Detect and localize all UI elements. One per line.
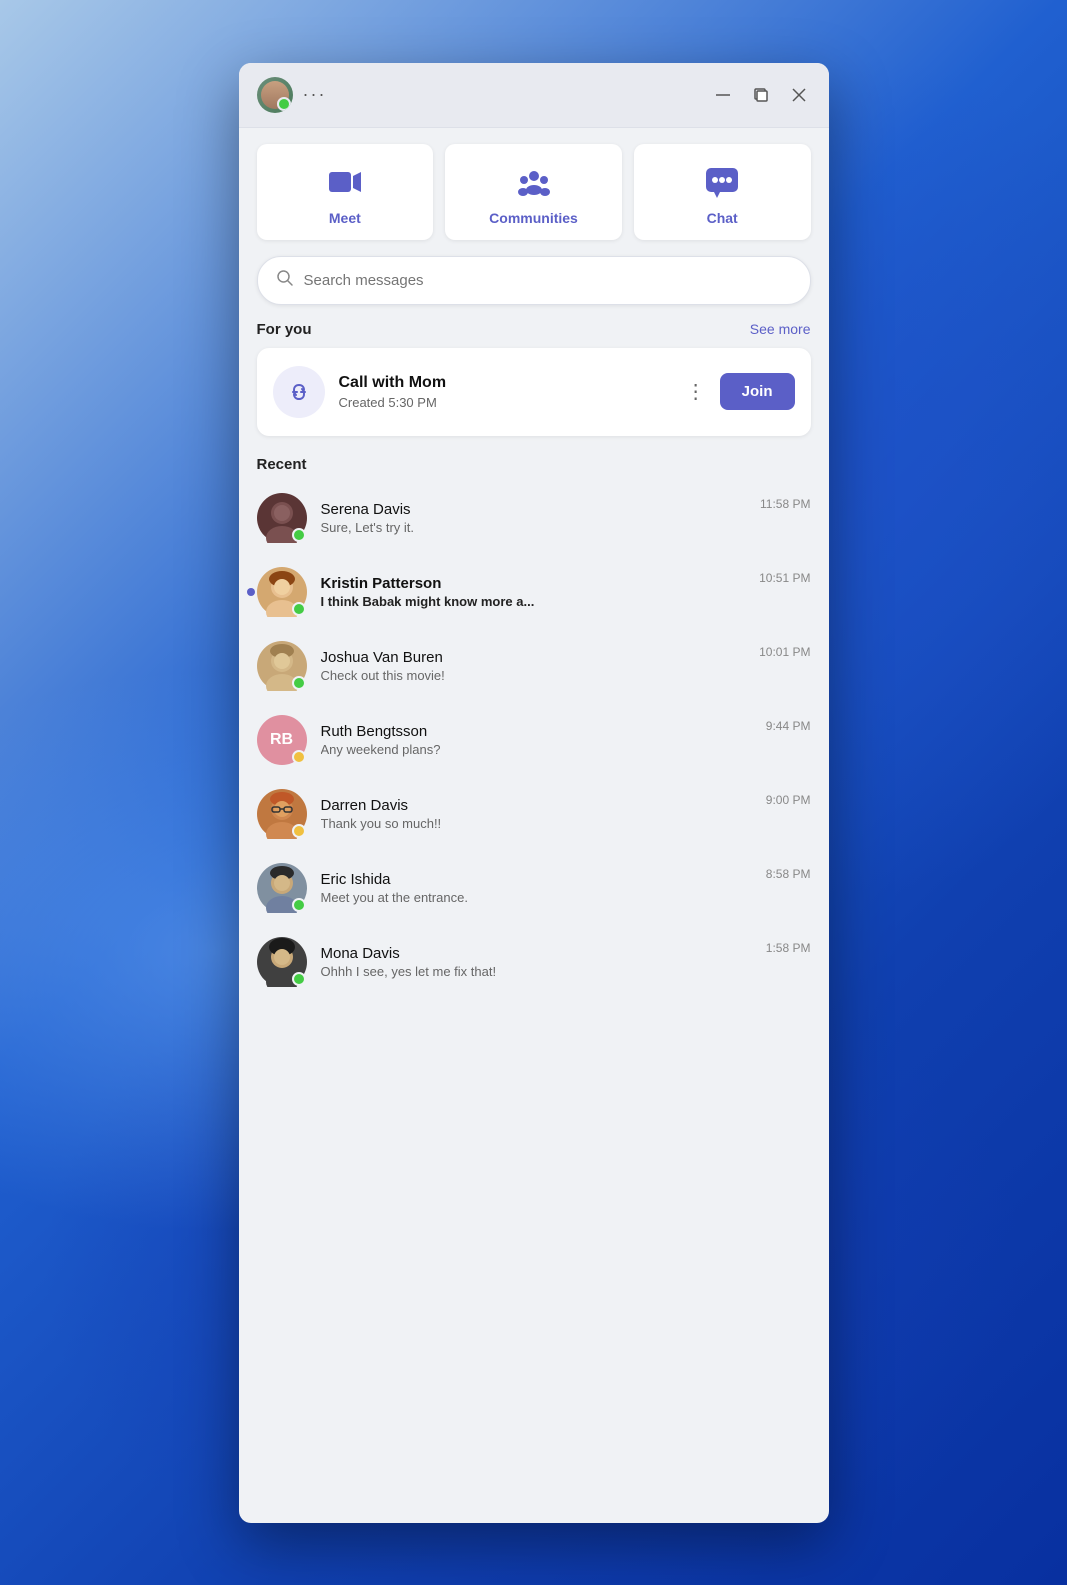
see-more-button[interactable]: See more — [750, 321, 811, 337]
chat-avatar — [257, 937, 307, 987]
titlebar-left: ··· — [257, 77, 327, 113]
restore-button[interactable] — [749, 83, 773, 107]
call-subtitle: Created 5:30 PM — [339, 395, 668, 410]
chat-name: Mona Davis — [321, 945, 752, 962]
call-more-button[interactable]: ⋮ — [682, 375, 710, 408]
status-indicator — [292, 972, 306, 986]
call-title: Call with Mom — [339, 374, 668, 392]
chat-label: Chat — [707, 210, 738, 226]
close-button[interactable] — [787, 83, 811, 107]
status-indicator — [292, 750, 306, 764]
chat-list: Serena DavisSure, Let's try it.11:58 PM … — [239, 481, 829, 999]
search-bar[interactable] — [257, 256, 811, 305]
chat-name: Serena Davis — [321, 501, 747, 518]
chat-name: Darren Davis — [321, 797, 752, 814]
chat-item[interactable]: Joshua Van Buren Check out this movie! 10:… — [239, 629, 829, 703]
status-indicator — [292, 898, 306, 912]
chat-preview: Sure, Let's try it. — [321, 520, 747, 535]
chat-name: Eric Ishida — [321, 871, 752, 888]
call-info: Call with Mom Created 5:30 PM — [339, 374, 668, 410]
chat-item[interactable]: Eric Ishida Meet you at the entrance. 8:58… — [239, 851, 829, 925]
chat-item[interactable]: Serena Davis Sure, Let's try it. 11:58 PM — [239, 481, 829, 555]
call-card[interactable]: Call with Mom Created 5:30 PM ⋮ Join — [257, 348, 811, 436]
chat-preview: Any weekend plans? — [321, 742, 752, 757]
for-you-title: For you — [257, 321, 312, 338]
chat-preview: Thank you so much!! — [321, 816, 752, 831]
chat-item[interactable]: Mona Davis Ohhh I see, yes let me fix tha… — [239, 925, 829, 999]
chat-name: Joshua Van Buren — [321, 649, 746, 666]
chat-avatar — [257, 493, 307, 543]
chat-item[interactable]: Kristin Patterson I think Babak might kno… — [239, 555, 829, 629]
chat-content: Kristin Patterson I think Babak might kno… — [321, 575, 746, 609]
chat-icon — [702, 162, 742, 202]
chat-avatar — [257, 641, 307, 691]
chat-avatar — [257, 863, 307, 913]
unread-indicator — [247, 588, 255, 596]
chat-content: Serena Davis Sure, Let's try it. — [321, 501, 747, 535]
chat-content: Eric Ishida Meet you at the entrance. — [321, 871, 752, 905]
window-controls — [711, 83, 811, 107]
status-indicator — [292, 676, 306, 690]
meet-label: Meet — [329, 210, 361, 226]
main-window: ··· — [239, 63, 829, 1523]
chat-content: Darren Davis Thank you so much!! — [321, 797, 752, 831]
chat-preview: Meet you at the entrance. — [321, 890, 752, 905]
chat-time: 11:58 PM — [760, 497, 810, 511]
call-card-actions: ⋮ Join — [682, 373, 795, 410]
more-options-button[interactable]: ··· — [303, 84, 327, 105]
chat-item[interactable]: RB Ruth Bengtsson Any weekend plans? 9:44 P… — [239, 703, 829, 777]
minimize-button[interactable] — [711, 83, 735, 107]
communities-label: Communities — [489, 210, 578, 226]
chat-content: Joshua Van Buren Check out this movie! — [321, 649, 746, 683]
chat-avatar — [257, 789, 307, 839]
chat-time: 9:00 PM — [766, 793, 811, 807]
search-input[interactable] — [304, 272, 792, 289]
status-indicator — [292, 824, 306, 838]
chat-avatar — [257, 567, 307, 617]
chat-content: Ruth Bengtsson Any weekend plans? — [321, 723, 752, 757]
chat-tile[interactable]: Chat — [634, 144, 811, 240]
communities-tile[interactable]: Communities — [445, 144, 622, 240]
recent-section: Recent — [239, 456, 829, 481]
meet-tile[interactable]: Meet — [257, 144, 434, 240]
chat-name: Ruth Bengtsson — [321, 723, 752, 740]
chat-name: Kristin Patterson — [321, 575, 746, 592]
status-indicator — [292, 528, 306, 542]
chat-item[interactable]: Darren Davis Thank you so much!! 9:00 PM — [239, 777, 829, 851]
video-icon — [325, 162, 365, 202]
call-link-icon — [273, 366, 325, 418]
for-you-header: For you See more — [239, 321, 829, 348]
chat-avatar: RB — [257, 715, 307, 765]
nav-tiles: Meet Communities — [239, 128, 829, 256]
chat-time: 10:01 PM — [759, 645, 810, 659]
chat-content: Mona Davis Ohhh I see, yes let me fix tha… — [321, 945, 752, 979]
status-indicator — [292, 602, 306, 616]
chat-preview: Ohhh I see, yes let me fix that! — [321, 964, 752, 979]
recent-title: Recent — [257, 456, 811, 473]
titlebar: ··· — [239, 63, 829, 128]
search-icon — [276, 269, 294, 292]
user-avatar[interactable] — [257, 77, 293, 113]
chat-preview: Check out this movie! — [321, 668, 746, 683]
chat-time: 1:58 PM — [766, 941, 811, 955]
chat-time: 8:58 PM — [766, 867, 811, 881]
chat-time: 9:44 PM — [766, 719, 811, 733]
chat-time: 10:51 PM — [759, 571, 810, 585]
communities-icon — [514, 162, 554, 202]
chat-preview: I think Babak might know more a... — [321, 594, 746, 609]
join-button[interactable]: Join — [720, 373, 795, 410]
